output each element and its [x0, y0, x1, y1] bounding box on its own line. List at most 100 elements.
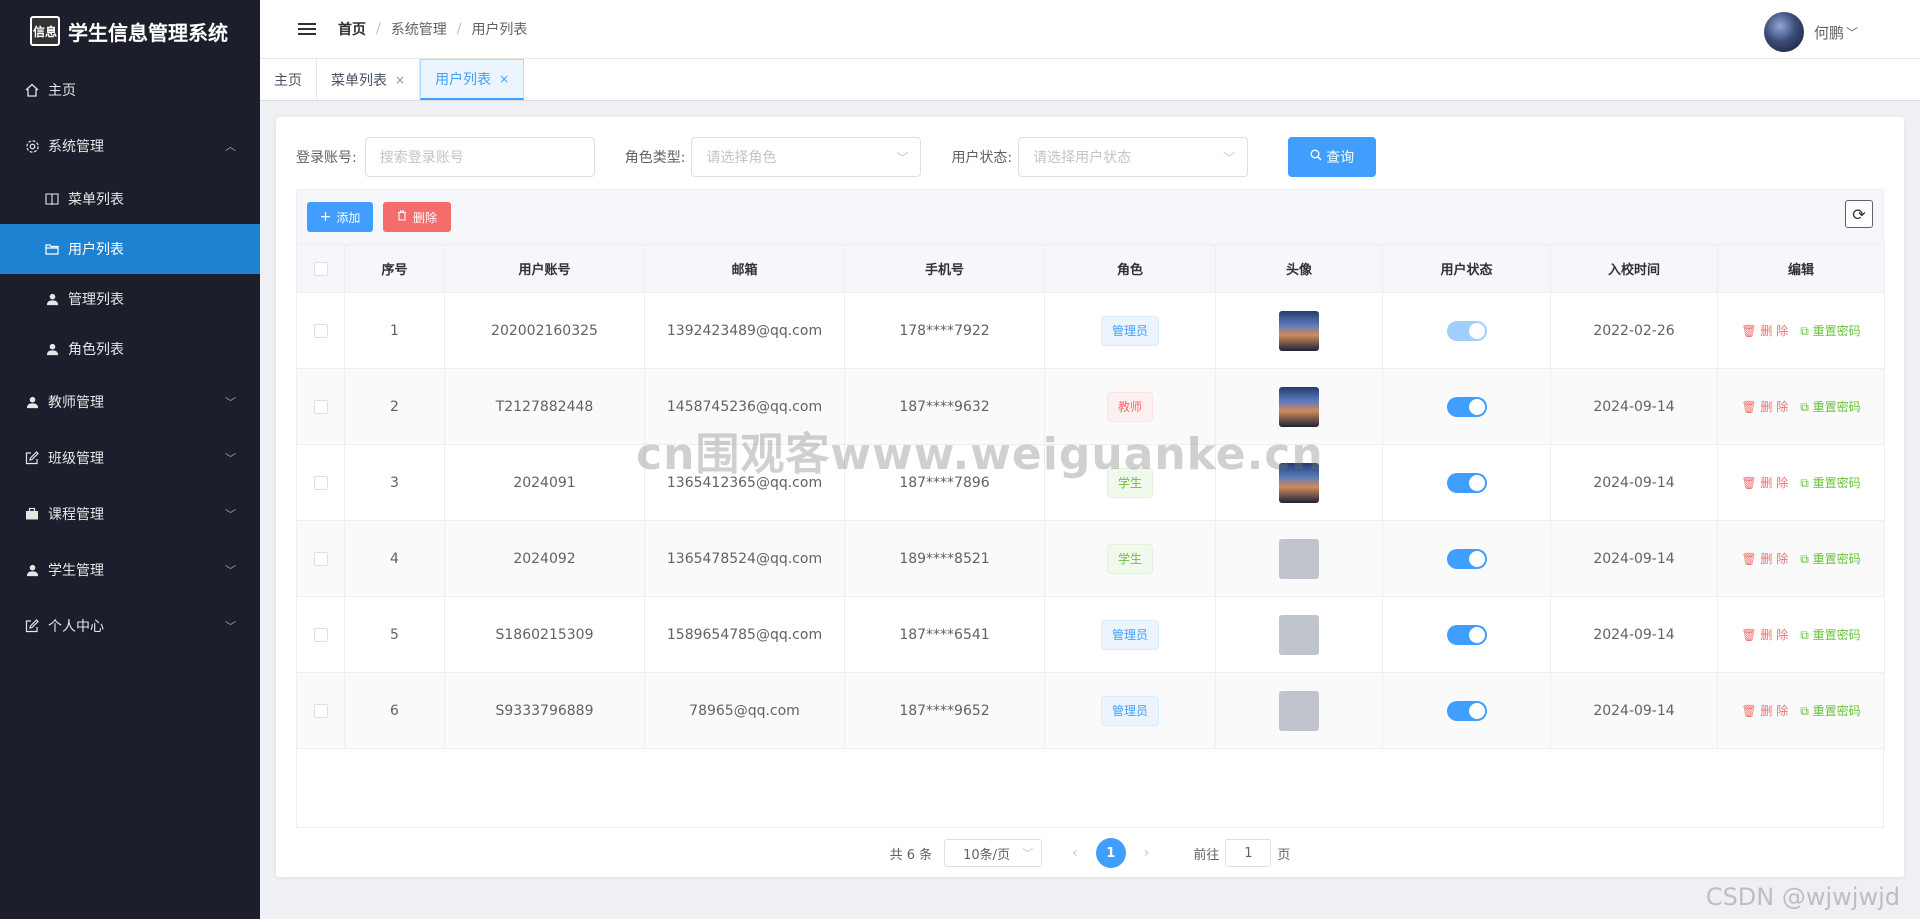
button-label: 删除	[412, 210, 437, 225]
sidebar-item-home[interactable]: 主页	[0, 62, 260, 118]
content-card: 登录账号: 搜索登录账号 角色类型: 请选择角色 ﹀ 用户状态: 请选择用户状态 ﹀…	[276, 117, 1904, 877]
delete-button[interactable]: 🗑︎ 删 除	[1741, 704, 1788, 718]
reset-password-button[interactable]: ⧉ 重置密码	[1800, 628, 1860, 642]
breadcrumb-user-list: 用户列表	[471, 22, 528, 38]
user-menu[interactable]: 何鹏 ﹀	[1763, 12, 1858, 52]
reset-password-button[interactable]: ⧉ 重置密码	[1800, 324, 1860, 338]
action-label: 重置密码	[1812, 400, 1861, 414]
row-checkbox[interactable]	[296, 368, 345, 445]
copy-icon: ⧉	[1800, 324, 1813, 338]
sidebar-item-class[interactable]: 班级管理 ﹀	[0, 430, 260, 486]
query-button[interactable]: 查询	[1288, 137, 1377, 177]
action-label: 删 除	[1760, 324, 1789, 338]
sidebar-item-course[interactable]: 课程管理 ﹀	[0, 486, 260, 542]
goto-label: 前往	[1193, 847, 1220, 863]
cell-status	[1382, 368, 1551, 445]
user-avatar	[1279, 538, 1319, 579]
cell-status	[1382, 444, 1551, 521]
sidebar-item-menu-list[interactable]: 菜单列表	[0, 174, 260, 224]
refresh-icon[interactable]: ⟳	[1845, 200, 1873, 228]
reset-password-button[interactable]: ⧉ 重置密码	[1800, 400, 1860, 414]
column-header: 头像	[1215, 244, 1383, 293]
add-button[interactable]: + 添加	[307, 202, 373, 232]
row-checkbox[interactable]	[296, 672, 345, 749]
tab-user-list[interactable]: 用户列表 ×	[420, 59, 525, 100]
sidebar-item-student[interactable]: 学生管理 ﹀	[0, 542, 260, 598]
page-size-select[interactable]: 10条/页 ﹀	[944, 839, 1043, 867]
sidebar-item-system[interactable]: 系统管理 ︿	[0, 118, 260, 174]
close-icon[interactable]: ×	[499, 72, 509, 86]
row-checkbox[interactable]	[296, 596, 345, 673]
select-placeholder: 请选择用户状态	[1033, 150, 1132, 166]
delete-button[interactable]: 🗑︎ 删 除	[1741, 476, 1788, 490]
cell-status	[1382, 672, 1551, 749]
reset-password-button[interactable]: ⧉ 重置密码	[1800, 704, 1860, 718]
select-all-checkbox[interactable]	[296, 244, 345, 293]
goto-page-input[interactable]: 1	[1225, 839, 1272, 867]
delete-button[interactable]: 🗑︎ 删 除	[1741, 400, 1788, 414]
sidebar-item-label: 菜单列表	[68, 192, 124, 208]
copy-icon: ⧉	[1800, 552, 1813, 566]
role-tag: 管理员	[1100, 619, 1159, 650]
avatar[interactable]	[1763, 12, 1804, 52]
search-icon	[1310, 149, 1322, 165]
row-checkbox[interactable]	[296, 520, 345, 597]
select-placeholder: 请选择角色	[706, 150, 777, 166]
column-header: 手机号	[844, 244, 1045, 293]
close-icon[interactable]: ×	[395, 73, 405, 87]
tab-home[interactable]: 主页	[260, 59, 317, 100]
delete-button[interactable]: 🗑︎ 删 除	[1741, 324, 1788, 338]
status-toggle[interactable]	[1446, 624, 1487, 645]
logo-icon: 信息	[30, 16, 60, 46]
reset-password-button[interactable]: ⧉ 重置密码	[1800, 476, 1860, 490]
status-toggle[interactable]	[1446, 700, 1487, 721]
account-search-input[interactable]: 搜索登录账号	[364, 137, 595, 177]
delete-button[interactable]: 🗑︎ 删 除	[1741, 552, 1788, 566]
next-page-icon[interactable]: ›	[1144, 845, 1150, 861]
breadcrumb-separator: /	[456, 21, 462, 37]
sidebar-item-label: 课程管理	[48, 507, 104, 523]
status-toggle[interactable]	[1446, 320, 1487, 341]
status-toggle[interactable]	[1446, 472, 1487, 493]
folder-icon	[44, 241, 60, 257]
cell-actions: 🗑︎ 删 除 ⧉ 重置密码	[1717, 596, 1885, 673]
user-table: 序号 用户账号 邮箱 手机号 角色 头像 用户状态 入校时间 编辑 1 20200…	[296, 244, 1885, 749]
row-checkbox[interactable]	[296, 444, 345, 521]
page-number-button[interactable]: 1	[1095, 838, 1126, 868]
batch-delete-button[interactable]: 删除	[383, 202, 451, 232]
sidebar-item-teacher[interactable]: 教师管理 ﹀	[0, 374, 260, 430]
tab-label: 主页	[274, 72, 302, 89]
copy-icon: ⧉	[1800, 476, 1813, 490]
tab-menu-list[interactable]: 菜单列表 ×	[317, 59, 421, 100]
menu-toggle-icon[interactable]	[298, 23, 316, 35]
prev-page-icon[interactable]: ‹	[1072, 845, 1078, 861]
breadcrumb-home[interactable]: 首页	[338, 19, 366, 39]
cell-date: 2024-09-14	[1550, 444, 1718, 521]
user-name[interactable]: 何鹏	[1814, 22, 1844, 43]
cell-phone: 178****7922	[844, 292, 1045, 369]
action-label: 删 除	[1760, 400, 1789, 414]
reset-password-button[interactable]: ⧉ 重置密码	[1800, 552, 1860, 566]
user-avatar	[1279, 386, 1319, 427]
chevron-down-icon[interactable]: ﹀	[1846, 24, 1858, 41]
sidebar-item-admin-list[interactable]: 管理列表	[0, 274, 260, 324]
row-checkbox[interactable]	[296, 292, 345, 369]
status-toggle[interactable]	[1446, 396, 1487, 417]
table-row: 5 S1860215309 1589654785@qq.com 187****6541…	[296, 596, 1885, 673]
pagination: 共 6 条 10条/页 ﹀ ‹ 1 › 前往 1 页	[276, 837, 1904, 869]
app-logo: 信息 学生信息管理系统	[0, 0, 260, 62]
button-label: 添加	[336, 210, 361, 225]
column-header: 入校时间	[1550, 244, 1718, 293]
sidebar-item-role-list[interactable]: 角色列表	[0, 324, 260, 374]
status-toggle[interactable]	[1446, 548, 1487, 569]
cell-no: 2	[344, 368, 445, 445]
table-row: 4 2024092 1365478524@qq.com 189****8521 学生 20…	[296, 520, 1885, 597]
copy-icon: ⧉	[1800, 628, 1813, 642]
cell-email: 1365478524@qq.com	[644, 520, 845, 597]
cell-avatar	[1215, 444, 1383, 521]
sidebar-item-user-list[interactable]: 用户列表	[0, 224, 260, 274]
sidebar-item-profile[interactable]: 个人中心 ﹀	[0, 598, 260, 654]
status-select[interactable]: 请选择用户状态 ﹀	[1018, 137, 1249, 177]
role-select[interactable]: 请选择角色 ﹀	[691, 137, 922, 177]
delete-button[interactable]: 🗑︎ 删 除	[1741, 628, 1788, 642]
